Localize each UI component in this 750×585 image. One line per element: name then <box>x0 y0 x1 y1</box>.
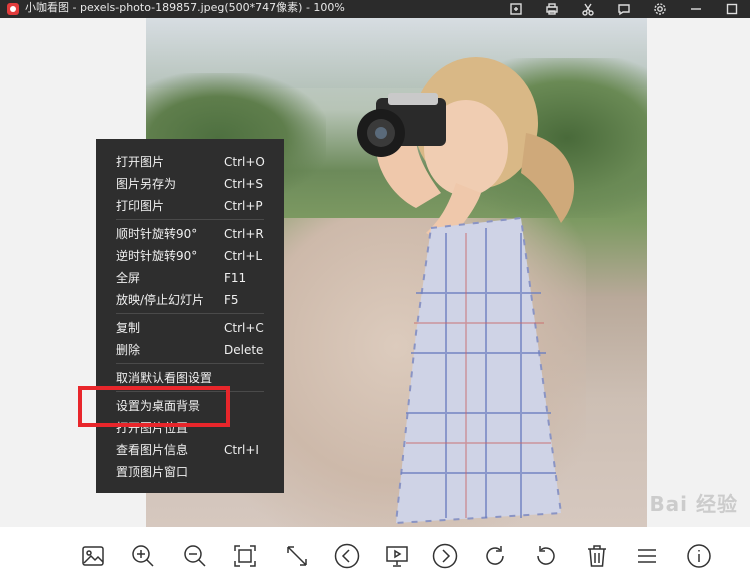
menu-item[interactable]: 取消默认看图设置 <box>96 367 284 389</box>
export-button[interactable] <box>498 0 534 18</box>
rotate-counterclockwise-button[interactable] <box>530 540 562 572</box>
girl-with-camera <box>357 57 575 525</box>
message-button[interactable] <box>606 0 642 18</box>
menu-item-label: 图片另存为 <box>116 177 177 191</box>
menu-item-label: 顺时针旋转90° <box>116 227 198 241</box>
menu-item-shortcut: Ctrl+I <box>224 443 259 457</box>
menu-item-shortcut: F11 <box>224 271 247 285</box>
fit-window-button[interactable] <box>229 540 261 572</box>
menu-item-label: 打印图片 <box>116 199 165 213</box>
gear-icon <box>654 3 666 15</box>
scissors-icon <box>582 3 594 16</box>
bottom-toolbar <box>0 527 750 585</box>
zoom-in-icon <box>132 545 154 567</box>
menu-item-shortcut: Delete <box>224 343 264 357</box>
print-button[interactable] <box>534 0 570 18</box>
info-button[interactable] <box>683 540 715 572</box>
rotate-counterclockwise-icon <box>537 546 555 565</box>
menu-item-shortcut: F5 <box>224 293 239 307</box>
menu-separator <box>116 219 264 220</box>
menu-item[interactable]: 打开图片位置 <box>96 417 284 439</box>
maximize-button[interactable] <box>714 0 750 18</box>
previous-icon <box>334 543 360 569</box>
menu-item[interactable]: 删除 Delete <box>96 339 284 361</box>
menu-item-shortcut: Ctrl+R <box>224 227 264 241</box>
menu-separator <box>116 313 264 314</box>
menu-item-label: 全屏 <box>116 271 141 285</box>
menu-item[interactable]: 全屏 F11 <box>96 267 284 289</box>
menu-item[interactable]: 顺时针旋转90° Ctrl+R <box>96 223 284 245</box>
menu-item[interactable]: 复制 Ctrl+C <box>96 317 284 339</box>
menu-item-shortcut: Ctrl+P <box>224 199 263 213</box>
menu-item-label: 删除 <box>116 343 141 357</box>
settings-button[interactable] <box>642 0 678 18</box>
menu-item[interactable]: 逆时针旋转90° Ctrl+L <box>96 245 284 267</box>
fit-window-icon <box>234 545 256 567</box>
delete-icon <box>588 545 606 567</box>
menu-separator <box>116 363 264 364</box>
minimize-button[interactable] <box>678 0 714 18</box>
menu-item[interactable]: 图片另存为 Ctrl+S <box>96 173 284 195</box>
menu-item-label: 放映/停止幻灯片 <box>116 293 205 307</box>
message-icon <box>618 4 630 16</box>
menu-icon <box>638 549 656 563</box>
menu-item-shortcut: Ctrl+C <box>224 321 264 335</box>
context-menu: 打开图片 Ctrl+O 图片另存为 Ctrl+S 打印图片 Ctrl+P 顺时针旋转90° C… <box>96 139 284 493</box>
menu-item-label: 取消默认看图设置 <box>116 371 213 385</box>
menu-item[interactable]: 设置为桌面背景 <box>96 395 284 417</box>
window-title: 小咖看图 - pexels-photo-189857.jpeg(500*747像… <box>25 1 345 14</box>
menu-item-label: 打开图片位置 <box>116 421 189 435</box>
export-icon <box>510 3 522 15</box>
next-icon <box>432 543 458 569</box>
slideshow-icon <box>386 546 408 567</box>
menu-item-label: 复制 <box>116 321 141 335</box>
image-button[interactable] <box>77 540 109 572</box>
actual-size-icon <box>287 546 307 566</box>
rotate-clockwise-button[interactable] <box>479 540 511 572</box>
next-button[interactable] <box>429 540 461 572</box>
menu-item[interactable]: 放映/停止幻灯片 F5 <box>96 289 284 311</box>
menu-item-shortcut: Ctrl+O <box>224 155 265 169</box>
watermark: Bai 经验 <box>649 492 738 516</box>
menu-item-shortcut: Ctrl+L <box>224 249 263 263</box>
title-toolbar <box>498 0 750 18</box>
menu-item-label: 逆时针旋转90° <box>116 249 198 263</box>
delete-button[interactable] <box>581 540 613 572</box>
menu-item[interactable]: 打开图片 Ctrl+O <box>96 151 284 173</box>
menu-separator <box>116 391 264 392</box>
app-logo-icon <box>7 3 19 15</box>
menu-item[interactable]: 查看图片信息 Ctrl+I <box>96 439 284 461</box>
maximize-icon <box>726 3 738 15</box>
slideshow-button[interactable] <box>381 540 413 572</box>
zoom-in-button[interactable] <box>127 540 159 572</box>
menu-item-label: 查看图片信息 <box>116 443 189 457</box>
menu-item-label: 设置为桌面背景 <box>116 399 201 413</box>
menu-item-label: 置顶图片窗口 <box>116 465 189 479</box>
image-icon <box>82 546 104 566</box>
info-icon <box>687 544 711 568</box>
rotate-clockwise-icon <box>486 546 504 565</box>
scissors-button[interactable] <box>570 0 606 18</box>
minimize-icon <box>691 8 701 10</box>
menu-item-label: 打开图片 <box>116 155 165 169</box>
actual-size-button[interactable] <box>281 540 313 572</box>
menu-item[interactable]: 打印图片 Ctrl+P <box>96 195 284 217</box>
zoom-out-icon <box>184 545 206 567</box>
menu-item-shortcut: Ctrl+S <box>224 177 264 191</box>
menu-item[interactable]: 置顶图片窗口 <box>96 461 284 483</box>
previous-button[interactable] <box>331 540 363 572</box>
print-icon <box>546 3 558 15</box>
title-bar: 小咖看图 - pexels-photo-189857.jpeg(500*747像… <box>0 0 750 18</box>
menu-button[interactable] <box>631 540 663 572</box>
zoom-out-button[interactable] <box>179 540 211 572</box>
